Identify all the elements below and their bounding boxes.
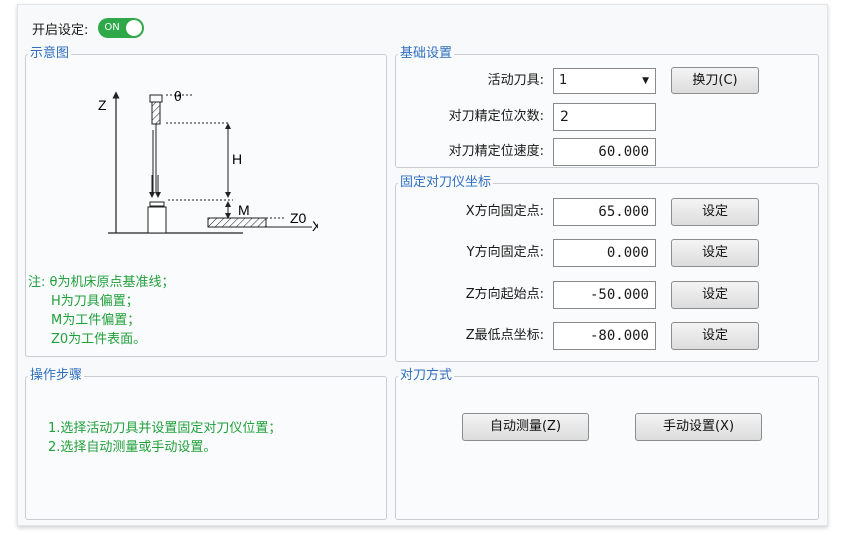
set-z-start-button[interactable]: 设定 (671, 281, 759, 309)
fixed-coords-title: 固定对刀仪坐标 (400, 175, 492, 190)
change-tool-button[interactable]: 换刀(C) (671, 67, 759, 94)
z-start-input[interactable]: -50.000 (553, 281, 656, 309)
enable-label: 开启设定: (32, 22, 89, 38)
z-axis-label: Z (98, 97, 107, 113)
z-start-label: Z方向起始点: (465, 287, 544, 302)
y-fixed-input[interactable]: 0.000 (553, 239, 656, 267)
tool-offset-diagram: Z θ H M Z0 X (98, 88, 318, 234)
active-tool-label: 活动刀具: (487, 73, 544, 88)
precise-count-input[interactable]: 2 (553, 103, 656, 131)
z0-label: Z0 (290, 210, 307, 226)
toggle-knob (126, 20, 143, 36)
setter-cap (149, 201, 165, 207)
note-line-2: H为刀具偏置； (51, 294, 139, 309)
step-line-2: 2.选择自动测量或手动设置。 (48, 440, 217, 455)
note-line-1: 注: θ为机床原点基准线； (28, 275, 175, 290)
method-panel: 对刀方式 自动测量(Z) 手动设置(X) (395, 369, 819, 520)
precise-speed-input[interactable]: 60.000 (553, 138, 656, 166)
tool-setting-window: 开启设定: ON 示意图 Z θ H M Z0 X 注: θ为机床原点基准线； … (17, 4, 828, 526)
auto-measure-button[interactable]: 自动测量(Z) (462, 413, 589, 441)
x-axis-label: X (312, 218, 318, 234)
h-label: H (232, 151, 242, 167)
precise-speed-label: 对刀精定位速度: (448, 144, 544, 159)
z-lowest-label: Z最低点坐标: (465, 328, 544, 343)
method-title: 对刀方式 (400, 368, 453, 383)
workpiece (207, 217, 267, 228)
steps-title: 操作步骤 (30, 368, 83, 383)
note-line-4: Z0为工件表面。 (51, 332, 147, 347)
theta-label: θ (174, 88, 182, 104)
step-line-1: 1.选择活动刀具并设置固定对刀仪位置； (48, 421, 282, 436)
set-y-button[interactable]: 设定 (671, 239, 759, 267)
m-label: M (238, 202, 250, 218)
active-tool-value: 1 (559, 73, 568, 88)
spindle-tool-top (149, 94, 163, 130)
set-x-button[interactable]: 设定 (671, 198, 759, 226)
steps-panel: 操作步骤 1.选择活动刀具并设置固定对刀仪位置； 2.选择自动测量或手动设置。 (25, 369, 387, 520)
basic-settings-title: 基础设置 (400, 46, 453, 61)
x-fixed-label: X方向固定点: (465, 204, 544, 219)
basic-settings-panel: 基础设置 活动刀具: 1 ▼ 换刀(C) 对刀精定位次数: 2 对刀精定位速度:… (395, 47, 819, 168)
precise-count-label: 对刀精定位次数: (448, 109, 544, 124)
manual-set-button[interactable]: 手动设置(X) (635, 413, 762, 441)
active-tool-select[interactable]: 1 ▼ (553, 68, 656, 94)
y-fixed-label: Y方向固定点: (466, 245, 544, 260)
enable-row: 开启设定: ON (32, 18, 145, 38)
enable-toggle[interactable]: ON (98, 18, 145, 38)
note-line-3: M为工件偏置； (51, 313, 141, 328)
chevron-down-icon: ▼ (642, 76, 649, 86)
diagram-panel-title: 示意图 (30, 46, 70, 61)
toggle-text: ON (104, 22, 120, 33)
tool-setter-block (147, 206, 167, 234)
diagram-panel: 示意图 Z θ H M Z0 X 注: θ为机床原点基准线； H为刀具偏置； M… (25, 47, 387, 357)
set-z-lowest-button[interactable]: 设定 (671, 322, 759, 350)
z-lowest-input[interactable]: -80.000 (553, 322, 656, 350)
fixed-coords-panel: 固定对刀仪坐标 X方向固定点: 65.000 设定 Y方向固定点: 0.000 … (395, 176, 819, 362)
x-fixed-input[interactable]: 65.000 (553, 198, 656, 226)
